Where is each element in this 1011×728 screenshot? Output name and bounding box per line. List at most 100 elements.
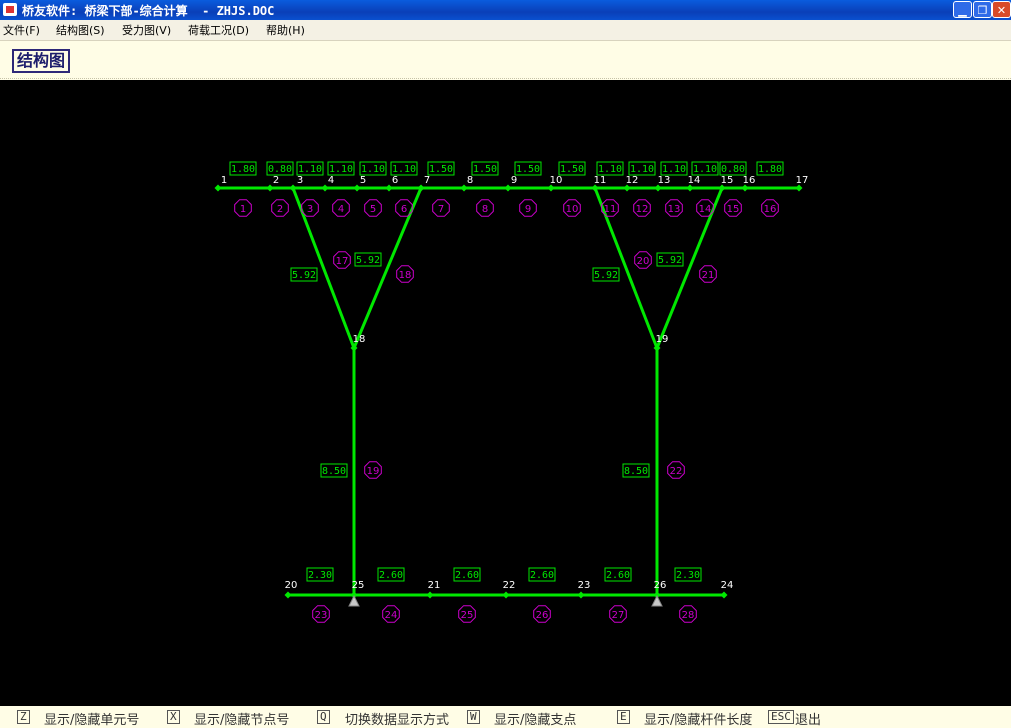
element-number-label: 13 — [668, 204, 681, 215]
node-label: 14 — [688, 175, 701, 186]
window-title: 桥友软件: 桥梁下部-综合计算 - ZHJS.DOC — [22, 4, 275, 18]
menu-file[interactable]: 文件(F) — [3, 22, 40, 38]
node-label: 13 — [658, 175, 671, 186]
element-number-label: 25 — [461, 610, 474, 621]
app-icon — [3, 3, 17, 16]
node-label: 4 — [328, 175, 334, 186]
element-number-label: 9 — [525, 204, 531, 215]
toolbar: 结构图 — [0, 41, 1011, 79]
node-marker — [577, 591, 585, 599]
key-e: E — [617, 710, 630, 724]
element-number-label: 26 — [536, 610, 549, 621]
node-label: 15 — [721, 175, 734, 186]
view-mode-label: 结构图 — [12, 49, 71, 73]
member-length-label: 1.10 — [662, 164, 686, 175]
member-length-label: 2.60 — [606, 570, 630, 581]
element-number-label: 11 — [604, 204, 617, 215]
member-length-label: 1.10 — [329, 164, 353, 175]
node-label: 3 — [297, 175, 303, 186]
member-length-label: 1.50 — [516, 164, 540, 175]
element-number-label: 4 — [338, 204, 344, 215]
title-bar: 桥友软件: 桥梁下部-综合计算 - ZHJS.DOC ▁ ❐ ✕ — [0, 0, 1011, 20]
member-length-label: 2.60 — [379, 570, 403, 581]
node-label: 12 — [626, 175, 639, 186]
member-length-label: 1.50 — [560, 164, 584, 175]
member-length-label: 0.80 — [268, 164, 292, 175]
element-number-label: 20 — [637, 256, 650, 267]
hint-toggle-node-numbers: 显示/隐藏节点号 — [194, 713, 290, 728]
node-label: 8 — [467, 175, 473, 186]
element-number-label: 5 — [370, 204, 376, 215]
element-number-label: 23 — [315, 610, 328, 621]
node-label: 20 — [285, 580, 298, 591]
node-label: 9 — [511, 175, 517, 186]
element-number-label: 15 — [727, 204, 740, 215]
element-number-label: 2 — [277, 204, 283, 215]
menu-help[interactable]: 帮助(H) — [266, 22, 305, 38]
status-bar: Z 显示/隐藏单元号 X 显示/隐藏节点号 Q 切换数据显示方式 W 显示/隐藏… — [0, 706, 1011, 728]
support-icon — [651, 594, 663, 607]
node-label: 22 — [503, 580, 516, 591]
member-length-label: 1.10 — [298, 164, 322, 175]
hint-switch-data-display: 切换数据显示方式 — [345, 713, 450, 728]
member-length-label: 2.60 — [530, 570, 554, 581]
member-length-label: 0.80 — [721, 164, 745, 175]
member-length-label: 1.50 — [429, 164, 453, 175]
element-number-label: 22 — [670, 466, 683, 477]
node-marker — [284, 591, 292, 599]
element-number-label: 1 — [240, 204, 246, 215]
element-number-label: 12 — [636, 204, 649, 215]
member-length-label: 2.30 — [676, 570, 700, 581]
node-label: 18 — [353, 334, 366, 345]
node-label: 2 — [273, 175, 279, 186]
element-number-label: 16 — [764, 204, 777, 215]
node-label: 5 — [360, 175, 366, 186]
menu-force[interactable]: 受力图(V) — [122, 22, 171, 38]
structure-diagram: 1 2 3 4 5 6 7 8 9 10 11 12 13 14 15 16 1718 1920 21 22 23 242… — [214, 161, 808, 623]
restore-button[interactable]: ❐ — [973, 1, 992, 18]
member-length-label: 2.60 — [455, 570, 479, 581]
element-number-label: 18 — [399, 270, 412, 281]
node-label: 24 — [721, 580, 734, 591]
key-z: Z — [17, 710, 30, 724]
key-q: Q — [317, 710, 330, 724]
menu-structure[interactable]: 结构图(S) — [56, 22, 105, 38]
node-label: 26 — [654, 580, 667, 591]
member-length-label: 1.80 — [758, 164, 782, 175]
element-number-label: 21 — [702, 270, 715, 281]
element-number-label: 10 — [566, 204, 579, 215]
node-label: 23 — [578, 580, 591, 591]
element-number-label: 14 — [699, 204, 712, 215]
minimize-button[interactable]: ▁ — [953, 1, 972, 18]
member-length-label: 1.10 — [598, 164, 622, 175]
member-length-label: 1.50 — [473, 164, 497, 175]
element-number-label: 17 — [336, 256, 349, 267]
menu-load-case[interactable]: 荷载工况(D) — [188, 22, 249, 38]
node-marker — [720, 591, 728, 599]
element-number-label: 19 — [367, 466, 380, 477]
support-icon — [348, 594, 360, 607]
structure-canvas[interactable]: 1 2 3 4 5 6 7 8 9 10 11 12 13 14 15 16 17 18 19 20 21 22 23 24 2… — [0, 80, 1011, 706]
element-number-label: 6 — [401, 204, 407, 215]
node-marker — [426, 591, 434, 599]
member-length-label: 1.10 — [693, 164, 717, 175]
hint-toggle-supports: 显示/隐藏支点 — [494, 713, 577, 728]
member-length-label: 2.30 — [308, 570, 332, 581]
node-label: 16 — [743, 175, 756, 186]
element-number-label: 8 — [482, 204, 488, 215]
member-length-label: 1.10 — [392, 164, 416, 175]
member-length-label: 1.80 — [231, 164, 255, 175]
close-button[interactable]: ✕ — [992, 1, 1011, 18]
hint-toggle-element-numbers: 显示/隐藏单元号 — [44, 713, 140, 728]
hint-exit: 退出 — [795, 713, 822, 728]
member-length-label: 5.92 — [356, 255, 380, 266]
node-marker — [502, 591, 510, 599]
element-number-label: 7 — [438, 204, 444, 215]
node-label: 10 — [550, 175, 563, 186]
element-number-label: 28 — [682, 610, 695, 621]
member-length-label: 1.10 — [630, 164, 654, 175]
member-length-label: 8.50 — [322, 466, 346, 477]
node-label: 21 — [428, 580, 441, 591]
menu-bar: 文件(F) 结构图(S) 受力图(V) 荷载工况(D) 帮助(H) — [0, 20, 1011, 41]
node-label: 25 — [352, 580, 365, 591]
